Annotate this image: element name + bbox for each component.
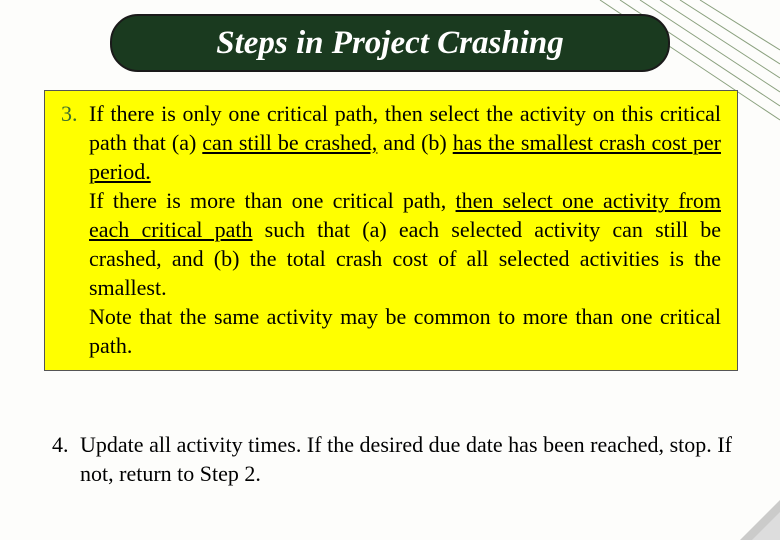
slide-title: Steps in Project Crashing	[216, 25, 563, 62]
step-4-number: 4.	[52, 430, 80, 488]
step-3-highlight-box: 3. If there is only one critical path, t…	[44, 90, 738, 371]
slide-title-box: Steps in Project Crashing	[110, 14, 670, 72]
step-3-para-3: Note that the same activity may be commo…	[89, 302, 721, 360]
step-4-text: Update all activity times. If the desire…	[80, 430, 732, 488]
step-3-body: If there is only one critical path, then…	[89, 99, 721, 360]
step-4-box: 4. Update all activity times. If the des…	[52, 430, 732, 488]
step-3-number: 3.	[61, 99, 89, 360]
step-3-para-2: If there is more than one critical path,…	[89, 186, 721, 302]
step-3-para-1: If there is only one critical path, then…	[89, 99, 721, 186]
page-curl	[752, 512, 780, 540]
